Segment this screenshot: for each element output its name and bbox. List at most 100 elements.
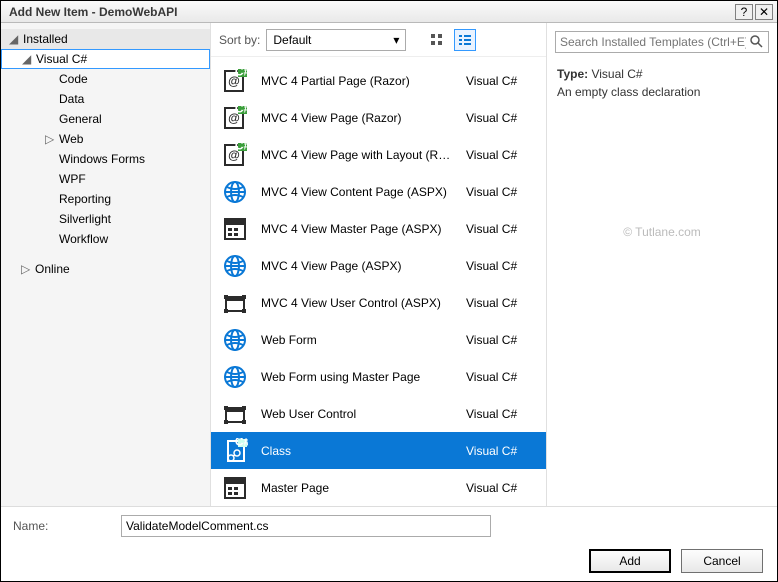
template-language: Visual C# — [466, 111, 536, 125]
template-info: Type: Visual C# An empty class declarati… — [547, 61, 777, 105]
razor-icon: @C# — [221, 141, 249, 169]
template-pane: Sort by: Default ▾ @C#MVC 4 Layout Page … — [211, 23, 547, 506]
template-language: Visual C# — [466, 407, 536, 421]
dialog-body: ◢Installed◢Visual C#CodeDataGeneral▷WebW… — [1, 23, 777, 581]
template-name: Web Form using Master Page — [261, 370, 454, 384]
name-input[interactable] — [121, 515, 491, 537]
tree-item[interactable]: WPF — [1, 169, 210, 189]
template-name: MVC 4 View Page with Layout (Razor) — [261, 148, 454, 162]
tree-item[interactable]: Data — [1, 89, 210, 109]
template-name: Web Form — [261, 333, 454, 347]
tree-item[interactable]: Silverlight — [1, 209, 210, 229]
template-row[interactable]: @C# MVC 4 View Page (Razor) Visual C# — [211, 99, 546, 136]
sort-by-label: Sort by: — [219, 33, 260, 47]
globe-icon — [221, 363, 249, 391]
tree-item[interactable]: Code — [1, 69, 210, 89]
tree-item[interactable]: Reporting — [1, 189, 210, 209]
template-row[interactable]: @C# MVC 4 Partial Page (Razor) Visual C# — [211, 62, 546, 99]
globe-icon — [221, 326, 249, 354]
help-icon: ? — [741, 5, 748, 19]
uctrl-icon — [221, 400, 249, 428]
template-list[interactable]: @C#MVC 4 Layout Page (Razor)Visual C#@C#… — [211, 57, 546, 506]
tree-item-label: Web — [59, 132, 83, 146]
template-language: Visual C# — [466, 444, 536, 458]
template-row[interactable]: @C# MVC 4 View Page with Layout (Razor) Vi… — [211, 136, 546, 173]
template-name: MVC 4 View User Control (ASPX) — [261, 296, 454, 310]
svg-text:C#: C# — [235, 68, 248, 79]
main-area: ◢Installed◢Visual C#CodeDataGeneral▷WebW… — [1, 23, 777, 506]
template-name: MVC 4 Partial Page (Razor) — [261, 74, 454, 88]
svg-text:C#: C# — [235, 438, 248, 449]
class-icon: C# — [221, 437, 249, 465]
template-language: Visual C# — [466, 370, 536, 384]
type-value: Visual C# — [591, 67, 642, 81]
search-icon[interactable] — [749, 34, 763, 48]
tree-item-label: Workflow — [59, 232, 108, 246]
template-name: MVC 4 View Master Page (ASPX) — [261, 222, 454, 236]
globe-icon — [221, 178, 249, 206]
template-language: Visual C# — [466, 148, 536, 162]
template-row[interactable]: MVC 4 View Master Page (ASPX) Visual C# — [211, 210, 546, 247]
tree-item-label: Silverlight — [59, 212, 111, 226]
master-icon — [221, 215, 249, 243]
razor-icon: @C# — [221, 67, 249, 95]
template-language: Visual C# — [466, 222, 536, 236]
add-new-item-dialog: Add New Item - DemoWebAPI ? ✕ ◢Installed… — [0, 0, 778, 582]
cancel-button[interactable]: Cancel — [681, 549, 763, 573]
help-button[interactable]: ? — [735, 4, 753, 20]
toolbar: Sort by: Default ▾ — [211, 23, 546, 57]
tree-item-label: Reporting — [59, 192, 111, 206]
tree-item-label: Data — [59, 92, 84, 106]
template-language: Visual C# — [466, 185, 536, 199]
template-name: Web User Control — [261, 407, 454, 421]
template-row[interactable]: Web Form using Master Page Visual C# — [211, 358, 546, 395]
tree-item[interactable]: Workflow — [1, 229, 210, 249]
template-language: Visual C# — [466, 259, 536, 273]
template-language: Visual C# — [466, 74, 536, 88]
view-list-button[interactable] — [454, 29, 476, 51]
search-wrap — [547, 31, 777, 61]
category-tree[interactable]: ◢Installed◢Visual C#CodeDataGeneral▷WebW… — [1, 23, 211, 506]
tree-item-label: Online — [35, 262, 70, 276]
tree-item-label: General — [59, 112, 102, 126]
search-input[interactable] — [555, 31, 769, 53]
view-small-icons-button[interactable] — [426, 29, 448, 51]
template-row[interactable]: MVC 4 View Content Page (ASPX)Visual C# — [211, 173, 546, 210]
template-row[interactable]: MVC 4 View User Control (ASPX)Visual C# — [211, 284, 546, 321]
tree-item[interactable]: ◢Visual C# — [1, 49, 210, 69]
sort-by-value: Default — [273, 33, 311, 47]
titlebar[interactable]: Add New Item - DemoWebAPI ? ✕ — [1, 1, 777, 23]
tree-item[interactable]: Windows Forms — [1, 149, 210, 169]
template-row[interactable]: Master PageVisual C# — [211, 469, 546, 506]
tree-item[interactable]: General — [1, 109, 210, 129]
tree-item-label: Visual C# — [36, 52, 87, 66]
template-row[interactable]: Web FormVisual C# — [211, 321, 546, 358]
razor-icon: @C# — [221, 57, 249, 58]
close-button[interactable]: ✕ — [755, 4, 773, 20]
window-title: Add New Item - DemoWebAPI — [5, 5, 733, 19]
footer-buttons: Add Cancel — [1, 541, 777, 581]
grid-small-icon — [430, 33, 444, 47]
template-name: Class — [261, 444, 454, 458]
globe-icon — [221, 252, 249, 280]
name-row: Name: — [1, 506, 777, 541]
template-description: An empty class declaration — [557, 85, 767, 99]
chevron-down-icon: ▾ — [393, 33, 399, 47]
master-icon — [221, 474, 249, 502]
template-row[interactable]: MVC 4 View Page (ASPX)Visual C# — [211, 247, 546, 284]
tree-item-label: WPF — [59, 172, 86, 186]
svg-text:C#: C# — [235, 142, 248, 153]
close-icon: ✕ — [759, 5, 769, 19]
tree-item[interactable]: ▷Web — [1, 129, 210, 149]
tree-item-label: Installed — [23, 32, 68, 46]
tree-item[interactable]: ▷Online — [1, 259, 210, 279]
add-button[interactable]: Add — [589, 549, 671, 573]
razor-icon: @C# — [221, 104, 249, 132]
sort-by-combo[interactable]: Default ▾ — [266, 29, 406, 51]
list-icon — [458, 33, 472, 47]
tree-item[interactable]: ◢Installed — [1, 29, 210, 49]
template-row[interactable]: Web User Control Visual C# — [211, 395, 546, 432]
template-name: MVC 4 View Page (Razor) — [261, 111, 454, 125]
tree-item-label: Code — [59, 72, 88, 86]
template-row[interactable]: C# Class Visual C# — [211, 432, 546, 469]
